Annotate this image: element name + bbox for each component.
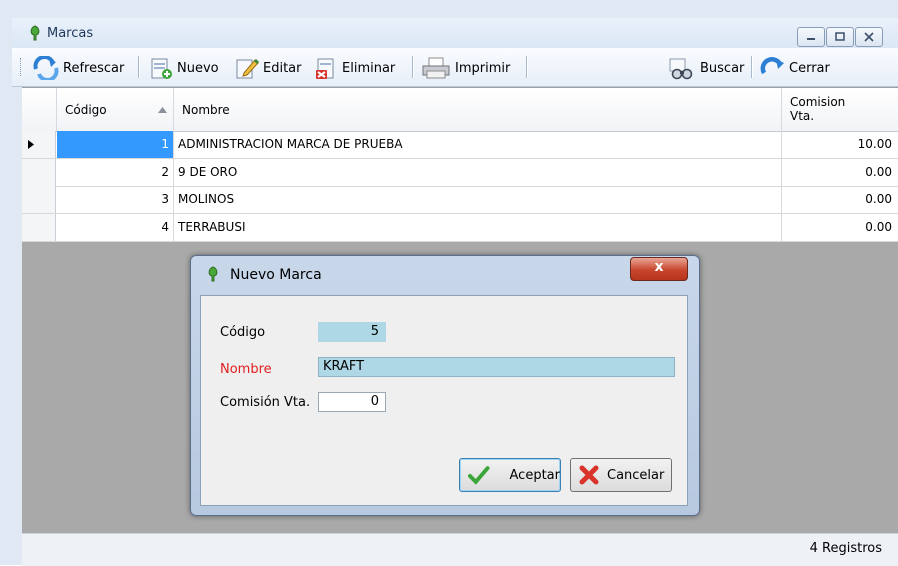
cell-nombre[interactable]: ADMINISTRACION MARCA DE PRUEBA <box>174 131 782 158</box>
close-icon: x <box>654 259 664 275</box>
current-row-arrow-icon <box>28 140 34 149</box>
accept-label: Aceptar <box>509 467 560 483</box>
column-header-label-line2: Vta. <box>790 108 815 123</box>
codigo-label: Código <box>220 325 266 340</box>
edit-document-icon <box>236 58 260 79</box>
cell-codigo[interactable]: 3 <box>57 186 174 213</box>
close-label: Cerrar <box>789 60 830 76</box>
row-header[interactable] <box>22 131 56 158</box>
toolbar-separator <box>751 56 753 78</box>
window-title: Marcas <box>47 26 94 41</box>
cell-comision[interactable]: 0.00 <box>782 159 898 186</box>
refresh-label: Refrescar <box>63 60 125 76</box>
toolbar-separator <box>526 56 528 78</box>
binoculars-icon <box>669 58 693 80</box>
maximize-button[interactable] <box>826 27 854 47</box>
title-bar <box>12 18 898 48</box>
new-label: Nuevo <box>177 60 219 76</box>
column-header-label: Nombre <box>182 102 230 117</box>
search-label: Buscar <box>700 60 745 76</box>
new-button[interactable]: Nuevo <box>148 55 219 81</box>
leaf-icon <box>28 25 42 41</box>
row-header[interactable] <box>22 214 56 241</box>
comision-field[interactable]: 0 <box>318 392 386 412</box>
new-document-icon <box>151 58 172 79</box>
delete-button[interactable]: Eliminar <box>313 55 395 81</box>
cancel-label: Cancelar <box>607 467 665 483</box>
status-bar <box>22 533 898 566</box>
column-header-nombre[interactable]: Nombre <box>174 88 782 131</box>
cancel-x-icon <box>579 465 599 485</box>
accept-button[interactable]: Aceptar <box>459 458 561 492</box>
edit-button[interactable]: Editar <box>234 55 302 81</box>
print-label: Imprimir <box>455 60 511 76</box>
dialog-close-button[interactable]: x <box>630 257 688 281</box>
search-button[interactable]: Buscar <box>667 55 744 81</box>
refresh-button[interactable]: Refrescar <box>32 55 124 81</box>
checkmark-icon <box>468 466 490 485</box>
cell-nombre[interactable]: 9 DE ORO <box>174 159 782 186</box>
delete-document-icon <box>316 58 334 79</box>
minimize-button[interactable] <box>797 27 825 47</box>
toolbar-grip[interactable] <box>20 58 24 76</box>
printer-icon <box>422 57 450 79</box>
column-header-comision[interactable]: Comision Vta. <box>782 88 898 131</box>
grid-corner <box>22 88 57 131</box>
dialog-title: Nuevo Marca <box>230 267 322 283</box>
print-button[interactable]: Imprimir <box>420 55 510 81</box>
nombre-label: Nombre <box>220 362 272 377</box>
cancel-button[interactable]: Cancelar <box>570 458 672 492</box>
cell-codigo[interactable]: 1 <box>57 131 174 158</box>
comision-label: Comisión Vta. <box>220 395 311 410</box>
cell-nombre[interactable]: TERRABUSI <box>174 214 782 241</box>
row-header[interactable] <box>22 186 56 213</box>
close-window-button[interactable] <box>855 27 883 47</box>
nombre-field[interactable]: KRAFT <box>318 357 675 377</box>
cell-codigo[interactable]: 4 <box>57 214 174 241</box>
close-arrow-icon <box>760 57 784 75</box>
cell-comision[interactable]: 10.00 <box>782 131 898 158</box>
close-button[interactable]: Cerrar <box>760 55 830 81</box>
codigo-field[interactable]: 5 <box>318 322 386 342</box>
record-count: 4 Registros <box>809 541 882 556</box>
cell-nombre[interactable]: MOLINOS <box>174 186 782 213</box>
cell-comision[interactable]: 0.00 <box>782 214 898 241</box>
edit-label: Editar <box>263 60 302 76</box>
column-header-codigo[interactable]: Código <box>57 88 174 131</box>
column-header-label: Código <box>65 102 107 117</box>
column-header-label-line1: Comision <box>790 94 846 109</box>
sort-ascending-icon <box>158 107 167 113</box>
cell-comision[interactable]: 0.00 <box>782 186 898 213</box>
toolbar-separator <box>138 56 140 78</box>
leaf-icon <box>206 266 220 282</box>
toolbar-separator <box>412 56 414 78</box>
refresh-icon <box>33 56 59 80</box>
cell-codigo[interactable]: 2 <box>57 159 174 186</box>
row-header[interactable] <box>22 159 56 186</box>
delete-label: Eliminar <box>342 60 396 76</box>
